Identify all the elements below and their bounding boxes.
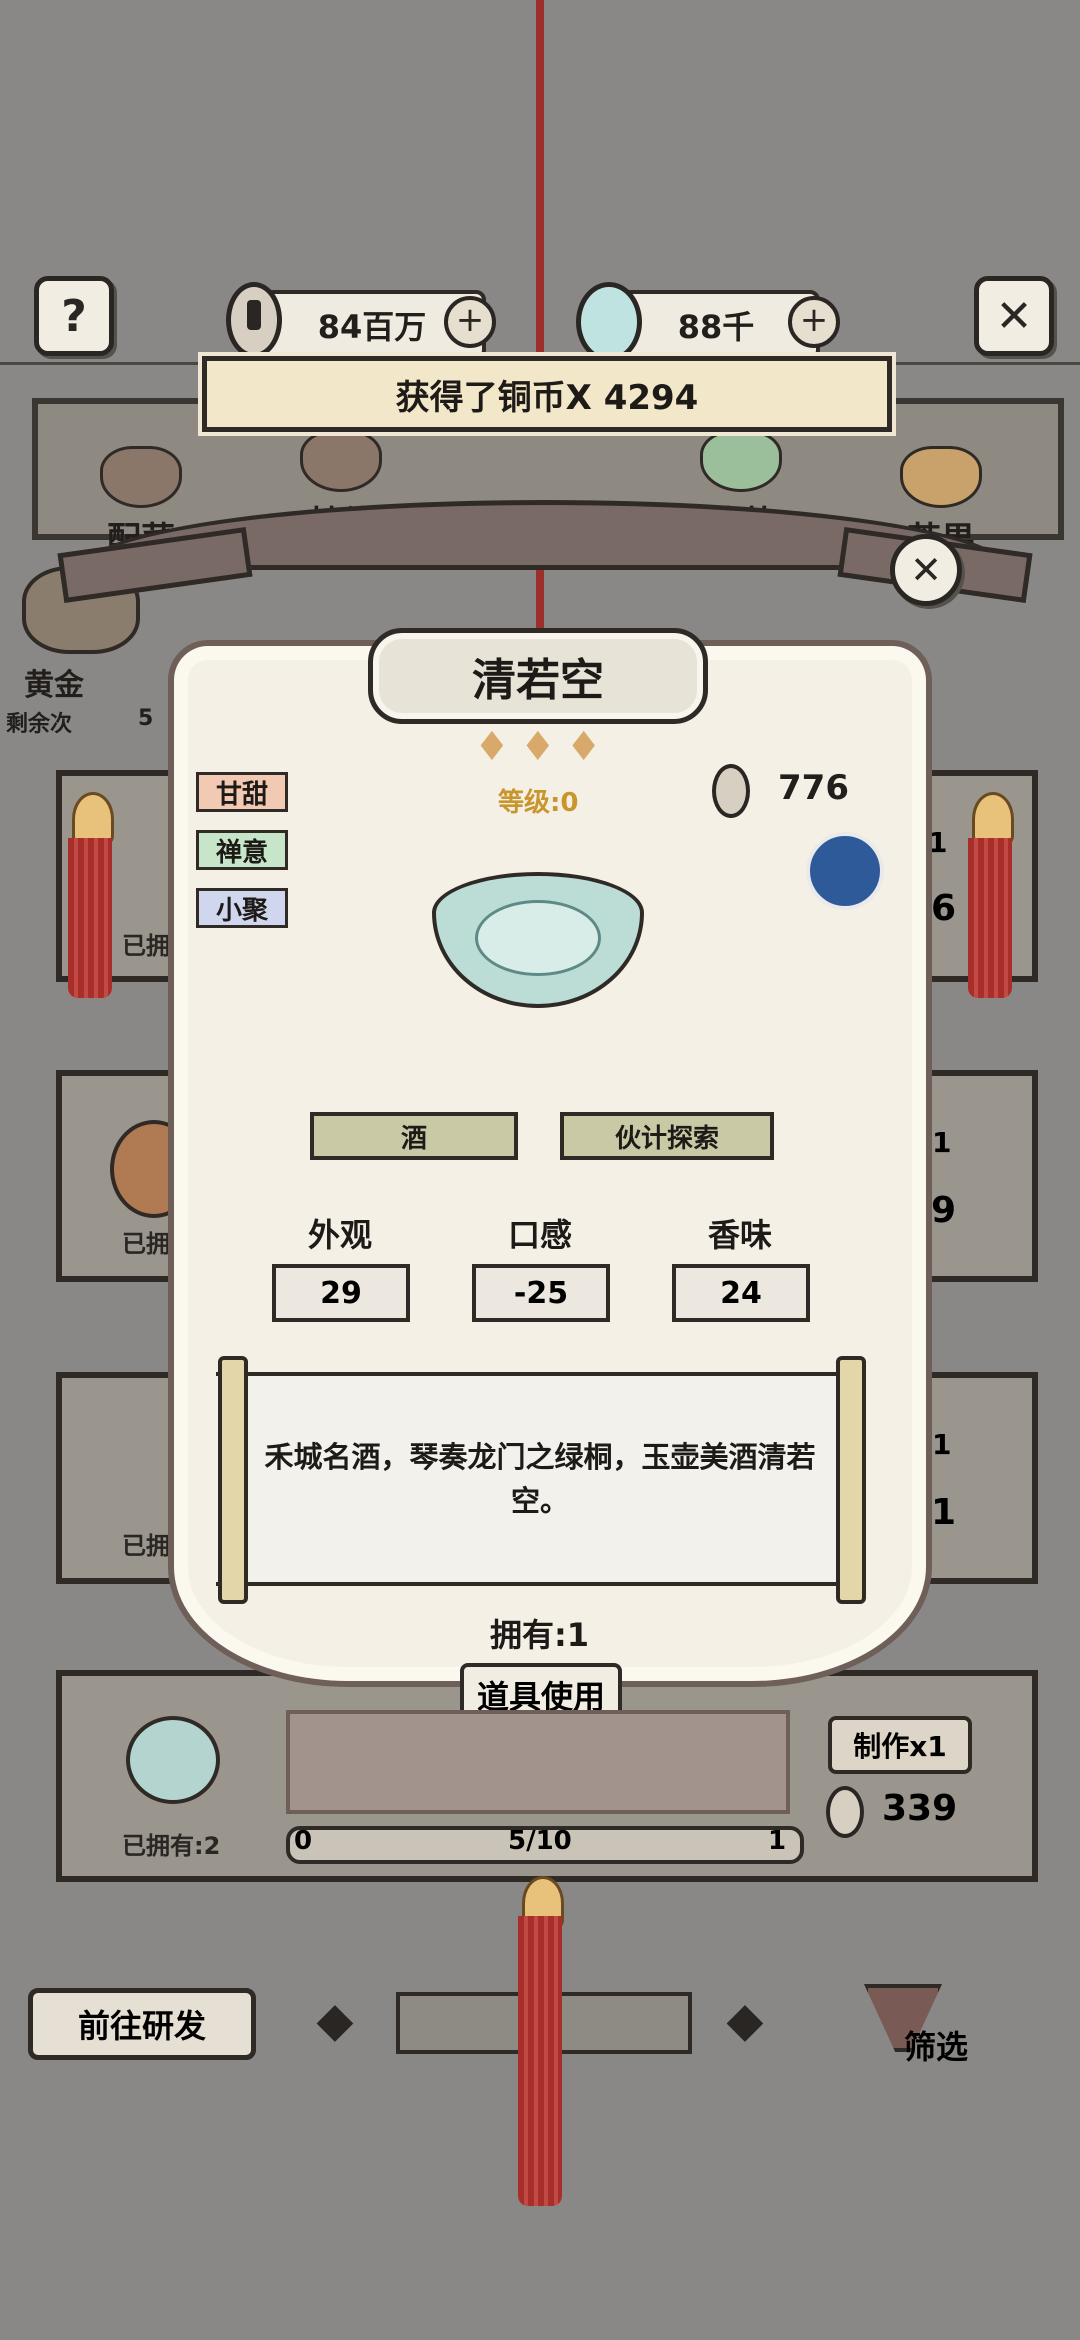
item-name: 清若空: [472, 655, 604, 706]
owned-label: 已拥: [122, 1532, 170, 1560]
item-source-label: 伙计探索: [614, 1123, 719, 1154]
next-page-icon[interactable]: ◆: [710, 1990, 780, 2050]
attr-value: 29: [320, 1275, 362, 1311]
prev-page-icon[interactable]: ◆: [300, 1990, 370, 2050]
research-button-label: 前往研发: [77, 2007, 206, 2045]
attr-appearance-label: 外观: [307, 1216, 372, 1254]
progress-min: 0: [294, 1826, 313, 1856]
popup-close-icon[interactable]: ✕: [890, 534, 962, 606]
item-type-label: 酒: [400, 1123, 427, 1154]
make-button[interactable]: 制作x1: [828, 1716, 972, 1774]
scroll-rod-left: [218, 1356, 248, 1604]
owned-count: 拥有:1: [490, 1616, 590, 1654]
tag-label: 小聚: [215, 895, 268, 926]
item-title-plaque: 清若空: [368, 628, 708, 724]
tea-cup-icon: [126, 1716, 220, 1804]
seal-icon: [806, 832, 884, 910]
filter-label[interactable]: 筛选: [904, 2022, 968, 2068]
progress-value: 5/10: [508, 1826, 572, 1856]
tassel-bottom: [518, 1916, 562, 2206]
copper-coin-icon: [712, 764, 750, 818]
copper-coin-icon: [226, 282, 282, 358]
snack-icon: [900, 446, 982, 508]
item-level: 等级:0: [498, 788, 579, 818]
side-dish-icon: [100, 446, 182, 508]
description-scroll: 禾城名酒，琴奏龙门之绿桐，玉壶美酒清若空。: [216, 1372, 864, 1586]
progress-max: 1: [768, 1826, 787, 1856]
tag-gathering: 小聚: [196, 888, 288, 928]
tag-label: 甘甜: [215, 779, 268, 810]
tassel-left: [68, 838, 112, 998]
add-copper-button[interactable]: +: [444, 296, 496, 348]
lantern-icon: ♦♦♦: [474, 724, 612, 770]
close-icon[interactable]: ✕: [974, 276, 1054, 356]
make-button-label: 制作x1: [853, 1730, 947, 1763]
side-item-name: 黄金: [24, 668, 84, 703]
tea-bowl-icon: [700, 430, 782, 492]
copper-value: 84百万: [317, 308, 427, 346]
tassel-right: [968, 838, 1012, 998]
reward-notice-banner: 获得了铜币X 4294: [202, 356, 892, 432]
attr-value: -25: [513, 1275, 569, 1311]
scroll-rod-right: [836, 1356, 866, 1604]
side-item-remaining: 剩余次: [6, 712, 73, 737]
add-jade-button[interactable]: +: [788, 296, 840, 348]
attr-value: 24: [720, 1275, 762, 1311]
copper-coin-icon: [826, 1786, 864, 1838]
mortar-icon: [300, 430, 382, 492]
side-item-remaining-num: 5: [138, 706, 154, 731]
reward-notice-text: 获得了铜币X 4294: [395, 377, 699, 418]
jade-value: 88千: [677, 308, 755, 346]
owned-label: 已拥有:2: [122, 1832, 221, 1860]
item-description: 禾城名酒，琴奏龙门之绿桐，玉壶美酒清若空。: [264, 1440, 816, 1518]
attr-taste-value: -25: [472, 1264, 610, 1322]
owned-label: 已拥: [122, 1230, 170, 1258]
attr-appearance-value: 29: [272, 1264, 410, 1322]
item-type-button[interactable]: 酒: [310, 1112, 518, 1160]
research-button[interactable]: 前往研发: [28, 1988, 256, 2060]
tag-zen: 禅意: [196, 830, 288, 870]
tag-sweet: 甘甜: [196, 772, 288, 812]
item-price: 776: [778, 768, 849, 808]
price-label: 339: [882, 1788, 958, 1829]
attr-aroma-label: 香味: [707, 1216, 772, 1254]
attr-aroma-value: 24: [672, 1264, 810, 1322]
attr-taste-label: 口感: [507, 1216, 572, 1254]
help-icon[interactable]: ?: [34, 276, 114, 356]
tag-label: 禅意: [215, 837, 268, 868]
item-source-button[interactable]: 伙计探索: [560, 1112, 774, 1160]
jade-icon: [576, 282, 642, 362]
frame-base: [286, 1710, 790, 1814]
